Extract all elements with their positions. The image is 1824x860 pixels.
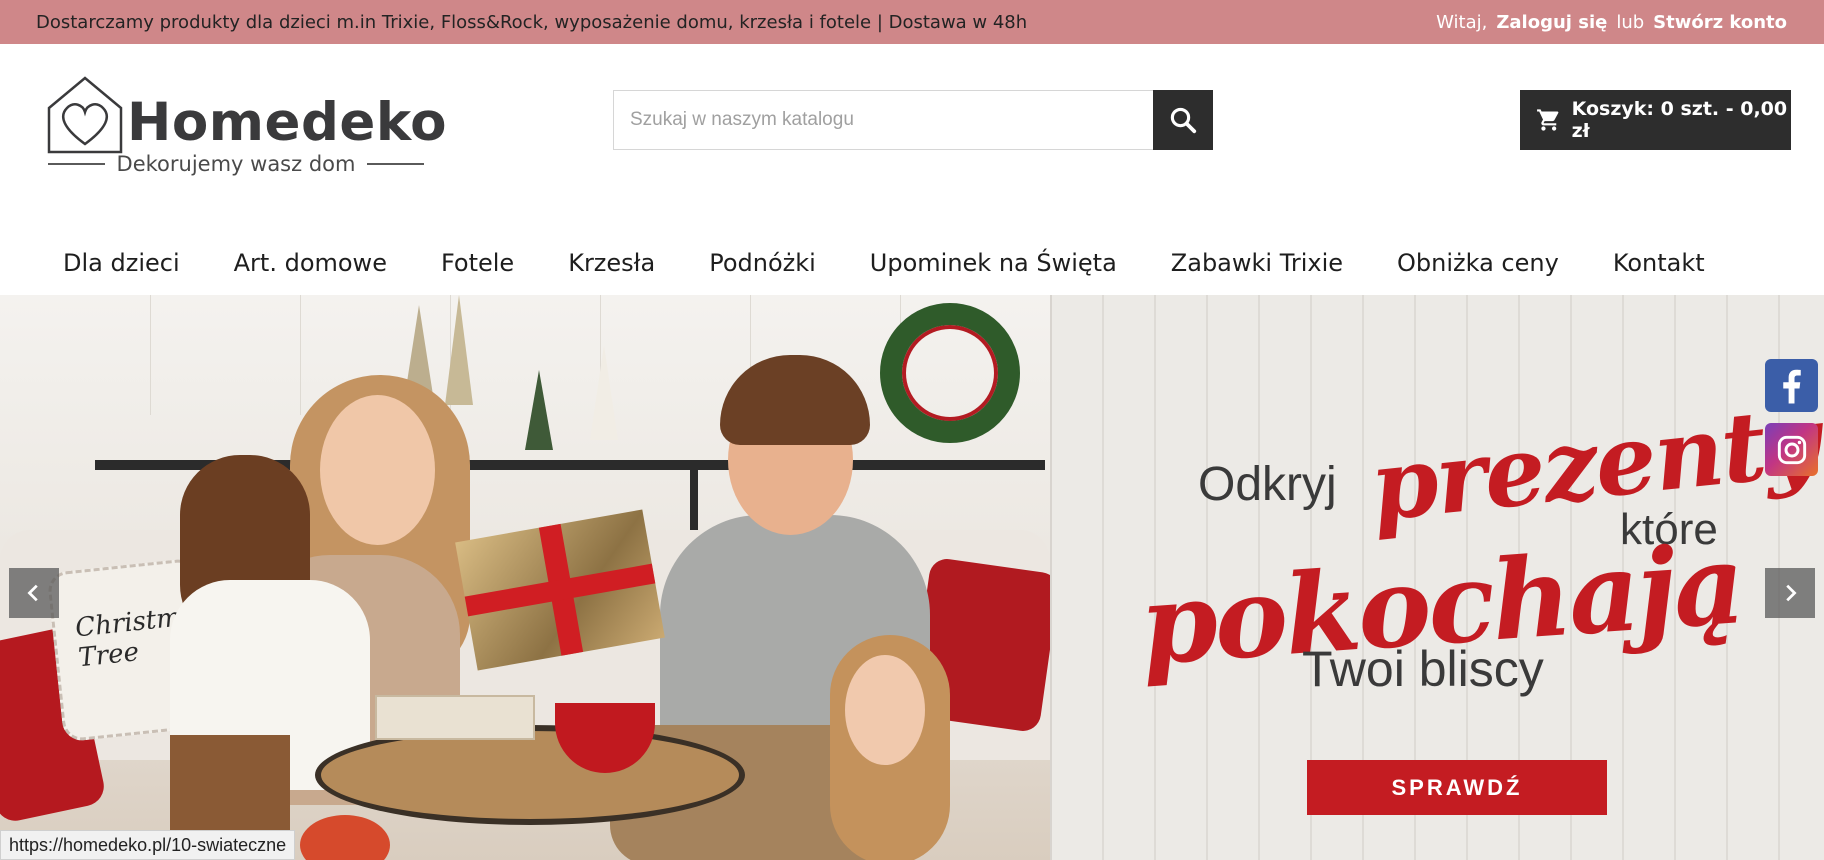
- nav-item-kontakt[interactable]: Kontakt: [1613, 249, 1705, 277]
- top-announcement-bar: Dostarczamy produkty dla dzieci m.in Tri…: [0, 0, 1824, 44]
- promo-line-twoi-bliscy: Twoi bliscy: [1302, 641, 1544, 697]
- hero-slider[interactable]: Christmas Tree Odkryj prezenty które pok…: [0, 295, 1824, 860]
- facebook-button[interactable]: [1765, 359, 1818, 412]
- promo-cta-button[interactable]: SPRAWDŹ: [1307, 760, 1607, 815]
- christmas-family-photo: Christmas Tree: [0, 295, 1061, 860]
- nav-item-zabawki-trixie[interactable]: Zabawki Trixie: [1171, 249, 1343, 277]
- cart-button[interactable]: Koszyk: 0 szt. - 0,00 zł: [1520, 90, 1791, 150]
- login-link[interactable]: Zaloguj się: [1496, 12, 1607, 33]
- chevron-left-icon: [27, 584, 38, 602]
- nav-item-obnizka-ceny[interactable]: Obniżka ceny: [1397, 249, 1559, 277]
- nav-item-upominek-na-swieta[interactable]: Upominek na Święta: [870, 249, 1117, 277]
- search-button[interactable]: [1153, 90, 1213, 150]
- chevron-right-icon: [1786, 584, 1797, 602]
- search-icon: [1170, 107, 1197, 134]
- house-heart-icon: [47, 76, 123, 154]
- nav-item-fotele[interactable]: Fotele: [441, 249, 514, 277]
- logo-tagline-text: Dekorujemy wasz dom: [116, 152, 356, 176]
- or-text: lub: [1616, 11, 1645, 33]
- promo-banner[interactable]: Odkryj prezenty które pokochają Twoi bli…: [1050, 295, 1824, 860]
- shopping-cart-icon: [1537, 109, 1559, 131]
- search-form: [613, 90, 1213, 150]
- slider-prev-button[interactable]: [9, 568, 59, 618]
- search-input[interactable]: [613, 90, 1153, 150]
- nav-item-podnozki[interactable]: Podnóżki: [709, 249, 816, 277]
- greeting-text: Witaj,: [1436, 11, 1488, 33]
- register-link[interactable]: Stwórz konto: [1653, 12, 1787, 33]
- nav-item-krzesla[interactable]: Krzesła: [568, 249, 655, 277]
- instagram-button[interactable]: [1765, 423, 1818, 476]
- cart-label: Koszyk: 0 szt. - 0,00 zł: [1571, 98, 1788, 142]
- announcement-text: Dostarczamy produkty dla dzieci m.in Tri…: [36, 11, 1028, 33]
- promo-line-odkryj: Odkryj: [1198, 458, 1337, 511]
- status-url: https://homedeko.pl/10-swiateczne: [9, 834, 287, 855]
- link-status-bar: https://homedeko.pl/10-swiateczne: [0, 830, 296, 860]
- nav-item-art-domowe[interactable]: Art. domowe: [234, 249, 387, 277]
- nav-item-dla-dzieci[interactable]: Dla dzieci: [63, 249, 180, 277]
- facebook-icon: [1782, 369, 1801, 403]
- main-navigation: Dla dzieci Art. domowe Fotele Krzesła Po…: [0, 236, 1824, 290]
- logo-tagline: Dekorujemy wasz dom: [48, 152, 424, 176]
- instagram-icon: [1777, 435, 1806, 464]
- site-logo[interactable]: Homedeko Dekorujemy wasz dom: [45, 74, 447, 184]
- account-links: Witaj, Zaloguj się lub Stwórz konto: [1436, 12, 1787, 33]
- logo-wordmark: Homedeko: [127, 92, 448, 153]
- promo-line-prezenty: prezenty: [1365, 383, 1823, 544]
- slider-next-button[interactable]: [1765, 568, 1815, 618]
